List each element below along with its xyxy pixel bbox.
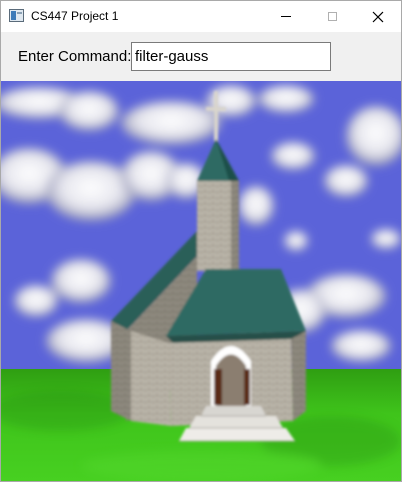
app-window: CS447 Project 1 Enter Command: [0, 0, 402, 482]
app-window-icon [9, 9, 24, 22]
minimize-icon [281, 16, 291, 17]
close-button[interactable] [355, 1, 401, 32]
title-bar[interactable]: CS447 Project 1 [1, 1, 401, 32]
maximize-icon [327, 12, 337, 21]
command-input[interactable] [131, 42, 331, 71]
command-bar: Enter Command: [1, 32, 401, 81]
minimize-button[interactable] [263, 1, 309, 32]
render-viewport[interactable] [1, 81, 401, 481]
close-icon [372, 11, 384, 22]
command-label: Enter Command: [18, 48, 132, 65]
church-scene [1, 81, 401, 481]
window-title: CS447 Project 1 [31, 9, 119, 23]
maximize-button[interactable] [309, 1, 355, 32]
